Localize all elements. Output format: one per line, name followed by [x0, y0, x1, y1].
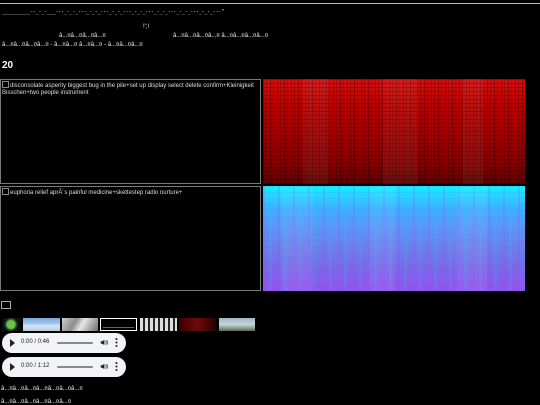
volume-icon[interactable]: [100, 362, 108, 371]
image-1-alt-text: disconsolate asperity biggest bug in the…: [2, 83, 254, 96]
small-broken-image: [1, 301, 11, 309]
thumbnail-7[interactable]: [219, 318, 255, 331]
audio-progress-1[interactable]: [57, 342, 93, 344]
broken-image-icon: [2, 81, 9, 88]
thumbnail-5[interactable]: [140, 318, 177, 331]
text-row-a-left: â...¤â...¤â...¤â...¤: [59, 33, 106, 39]
thumbnail-1[interactable]: [2, 318, 20, 331]
text-row-b: â...¤â...¤â...¤â...¤ - â...¤â...¤ â...¤â…: [2, 42, 143, 48]
bottom-text-1: â...¤â...¤â...¤â...¤â...¤â...¤â...¤: [1, 386, 83, 392]
top-rule: [0, 3, 540, 4]
more-options-icon[interactable]: [115, 337, 118, 348]
thumbnail-6[interactable]: [179, 318, 216, 331]
spectrogram-blue: [263, 186, 525, 291]
thumbnail-4[interactable]: [100, 318, 137, 331]
bottom-text-2: â...¤â...¤â...¤â...¤â...¤â...¤: [1, 399, 72, 405]
broken-image-2: euphoria relief aprÃ¨s painful medicine+…: [2, 188, 258, 197]
broken-image-1: disconsolate asperity biggest bug in the…: [2, 81, 258, 97]
spectrogram-red: [263, 79, 525, 184]
more-options-icon[interactable]: [115, 361, 118, 372]
audio-time-2: 0:00 / 1:12: [21, 363, 50, 369]
thumbnail-2[interactable]: [23, 318, 60, 331]
volume-icon[interactable]: [100, 338, 108, 347]
audio-progress-2[interactable]: [57, 366, 93, 368]
image-panel-2: euphoria relief aprÃ¨s painful medicine+…: [0, 186, 261, 291]
broken-image-icon: [2, 188, 9, 195]
image-2-alt-text: euphoria relief aprÃ¨s painful medicine+…: [10, 190, 183, 196]
image-panel-1: disconsolate asperity biggest bug in the…: [0, 79, 261, 184]
play-icon[interactable]: [10, 363, 15, 371]
top-decor-text: __________--_-_-___---_-_-_---_-_-_---_-…: [2, 9, 225, 15]
play-icon[interactable]: [10, 339, 15, 347]
page-heading: 20: [2, 60, 14, 71]
small-mark: !';!: [143, 24, 150, 30]
audio-time-1: 0:00 / 0:46: [21, 339, 50, 345]
thumbnail-3[interactable]: [62, 318, 98, 331]
text-row-a-right: â...¤â...¤â...¤â...¤ â...¤â...¤â...¤â...…: [173, 33, 269, 39]
audio-player-1[interactable]: 0:00 / 0:46: [2, 333, 126, 353]
audio-player-2[interactable]: 0:00 / 1:12: [2, 357, 126, 377]
